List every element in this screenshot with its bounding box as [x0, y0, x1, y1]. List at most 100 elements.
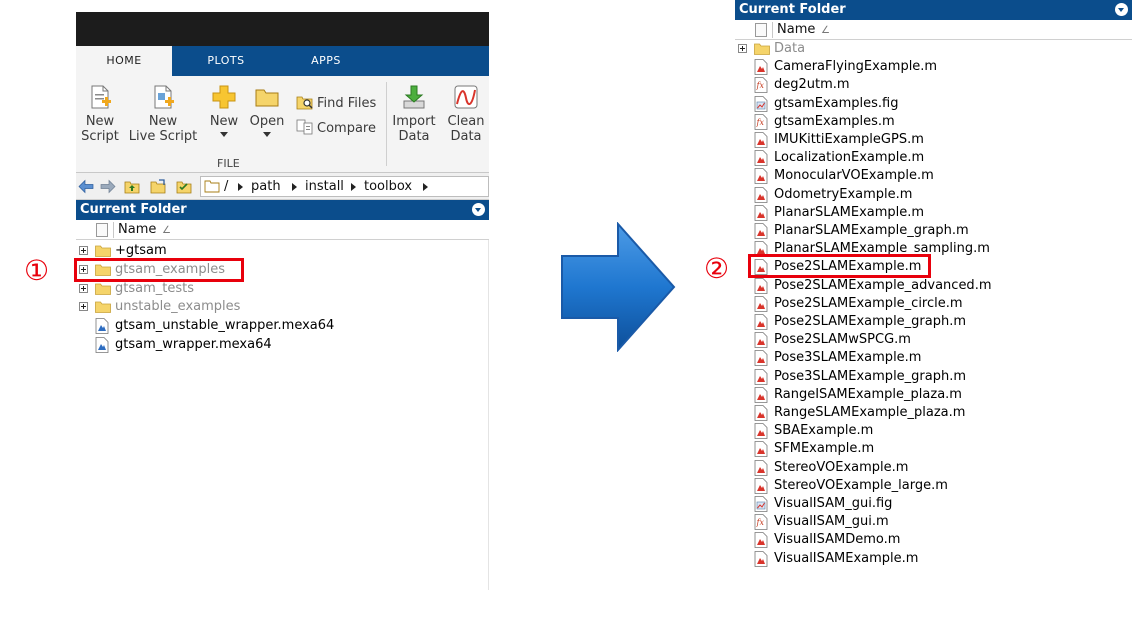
m-file-icon [754, 532, 768, 549]
expand-icon[interactable] [79, 246, 88, 255]
path-field[interactable]: / path install toolbox [200, 176, 489, 197]
item-name: LocalizationExample.m [774, 150, 925, 166]
breadcrumb-arrow-icon[interactable] [292, 183, 297, 191]
m-file-icon [754, 368, 768, 385]
new-live-script-icon [154, 85, 174, 109]
file-row[interactable]: CameraFlyingExample.m [735, 58, 1115, 76]
import-data-icon [403, 85, 425, 109]
find-files-button[interactable]: Find Files [296, 94, 376, 114]
item-name: VisualISAMExample.m [774, 550, 919, 566]
file-row[interactable]: RangeSLAMExample_plaza.m [735, 404, 1115, 422]
browse-folder-icon[interactable] [150, 179, 166, 194]
function-file-icon: fx [754, 113, 768, 130]
open-button[interactable]: Open [247, 84, 287, 137]
file-row[interactable]: PlanarSLAMExample_graph.m [735, 222, 1115, 240]
breadcrumb-arrow-icon[interactable] [351, 183, 356, 191]
up-folder-icon[interactable] [124, 179, 140, 194]
file-row[interactable]: PlanarSLAMExample.m [735, 204, 1115, 222]
item-name: PlanarSLAMExample_graph.m [774, 223, 969, 238]
item-name: gtsam_tests [115, 280, 194, 296]
file-row[interactable]: fx VisualISAM_gui.m [735, 513, 1115, 531]
item-name: CameraFlyingExample.m [774, 59, 938, 75]
item-name: Pose2SLAMExample_circle.m [774, 295, 963, 311]
current-folder-title: Current Folder [80, 202, 187, 217]
compare-button[interactable]: Compare [296, 119, 376, 139]
tab-home[interactable]: HOME [76, 46, 172, 76]
folder-row[interactable]: gtsam_tests [76, 280, 456, 298]
expand-icon[interactable] [738, 44, 747, 53]
import-data-button[interactable]: Import Data [392, 84, 436, 144]
toolstrip-tabs: HOME PLOTS APPS [76, 46, 489, 76]
file-row[interactable]: OdometryExample.m [735, 186, 1115, 204]
file-row[interactable]: gtsam_wrapper.mexa64 [76, 336, 456, 354]
item-name: OdometryExample.m [774, 186, 913, 202]
item-name: StereoVOExample_large.m [774, 477, 948, 493]
tab-apps[interactable]: APPS [286, 46, 366, 76]
panel-menu-icon[interactable] [1115, 3, 1128, 16]
svg-text:fx: fx [756, 518, 765, 527]
item-name: gtsam_wrapper.mexa64 [115, 337, 272, 352]
file-row[interactable]: Pose3SLAMExample_graph.m [735, 368, 1115, 386]
function-file-icon: fx [754, 77, 768, 94]
file-row[interactable]: MonocularVOExample.m [735, 167, 1115, 185]
breadcrumb-toolbox[interactable]: toolbox [364, 178, 412, 196]
m-file-icon [754, 223, 768, 239]
compare-icon [296, 119, 313, 135]
breadcrumb-root[interactable]: / [224, 178, 228, 196]
find-in-folder-icon[interactable] [176, 179, 192, 194]
current-folder-title: Current Folder [739, 2, 846, 17]
file-row[interactable]: Pose2SLAMExample_advanced.m [735, 277, 1115, 295]
clean-data-button[interactable]: Clean Data [444, 84, 488, 144]
m-file-icon [754, 441, 768, 458]
file-row[interactable]: Pose3SLAMExample.m [735, 349, 1115, 367]
m-file-icon [754, 405, 768, 421]
expand-icon[interactable] [79, 283, 88, 293]
clean-data-label-1: Clean [447, 114, 485, 129]
new-live-script-button[interactable]: New Live Script [128, 84, 198, 144]
name-column-header[interactable]: Name ∠ [76, 220, 489, 240]
file-row[interactable]: VisualISAMExample.m [735, 550, 1115, 568]
expand-icon[interactable] [79, 302, 88, 312]
name-column-header[interactable]: Name ∠ [735, 20, 1132, 40]
breadcrumb-install[interactable]: install [305, 178, 344, 196]
m-file-icon [754, 332, 768, 349]
file-row[interactable]: StereoVOExample_large.m [735, 477, 1115, 495]
panel-menu-icon[interactable] [472, 203, 485, 216]
file-row[interactable]: Pose2SLAMwSPCG.m [735, 331, 1115, 349]
tab-plots[interactable]: PLOTS [186, 46, 266, 76]
file-row[interactable]: IMUKittiExampleGPS.m [735, 131, 1115, 149]
file-row[interactable]: fx gtsamExamples.m [735, 113, 1115, 131]
file-row[interactable]: gtsam_unstable_wrapper.mexa64 [76, 317, 456, 335]
file-row[interactable]: RangeISAMExample_plaza.m [735, 386, 1115, 404]
file-row[interactable]: Pose2SLAMExample_graph.m [735, 313, 1115, 331]
file-row[interactable]: SFMExample.m [735, 440, 1115, 458]
find-files-label: Find Files [317, 96, 377, 111]
clean-data-icon [454, 85, 478, 109]
file-row[interactable]: SBAExample.m [735, 422, 1115, 440]
breadcrumb-arrow-icon[interactable] [238, 183, 243, 191]
back-arrow-icon[interactable] [78, 179, 94, 194]
address-bar: / path install toolbox [76, 173, 489, 200]
file-row[interactable]: StereoVOExample.m [735, 459, 1115, 477]
file-row[interactable]: VisualISAM_gui.fig [735, 495, 1115, 513]
new-button[interactable]: New [204, 84, 244, 137]
folder-row[interactable]: unstable_examples [76, 298, 456, 316]
item-name: Pose2SLAMExample_advanced.m [774, 277, 992, 293]
mex-file-icon [95, 337, 109, 353]
column-separator [772, 22, 773, 38]
m-file-icon [754, 150, 768, 167]
new-script-button[interactable]: New Script [78, 84, 122, 144]
clean-data-label-2: Data [450, 129, 482, 144]
breadcrumb-path[interactable]: path [251, 178, 281, 196]
file-row[interactable]: fx deg2utm.m [735, 76, 1115, 94]
file-row[interactable]: Pose2SLAMExample_circle.m [735, 295, 1115, 313]
file-row[interactable]: LocalizationExample.m [735, 149, 1115, 167]
folder-row[interactable]: Data [735, 40, 1115, 58]
forward-arrow-icon[interactable] [100, 179, 116, 194]
file-row[interactable]: gtsamExamples.fig [735, 95, 1115, 113]
file-row[interactable]: VisualISAMDemo.m [735, 531, 1115, 549]
sort-icon: ∠ [162, 225, 171, 236]
m-file-icon [754, 386, 768, 403]
title-bar [76, 12, 489, 46]
breadcrumb-arrow-icon[interactable] [423, 183, 428, 191]
